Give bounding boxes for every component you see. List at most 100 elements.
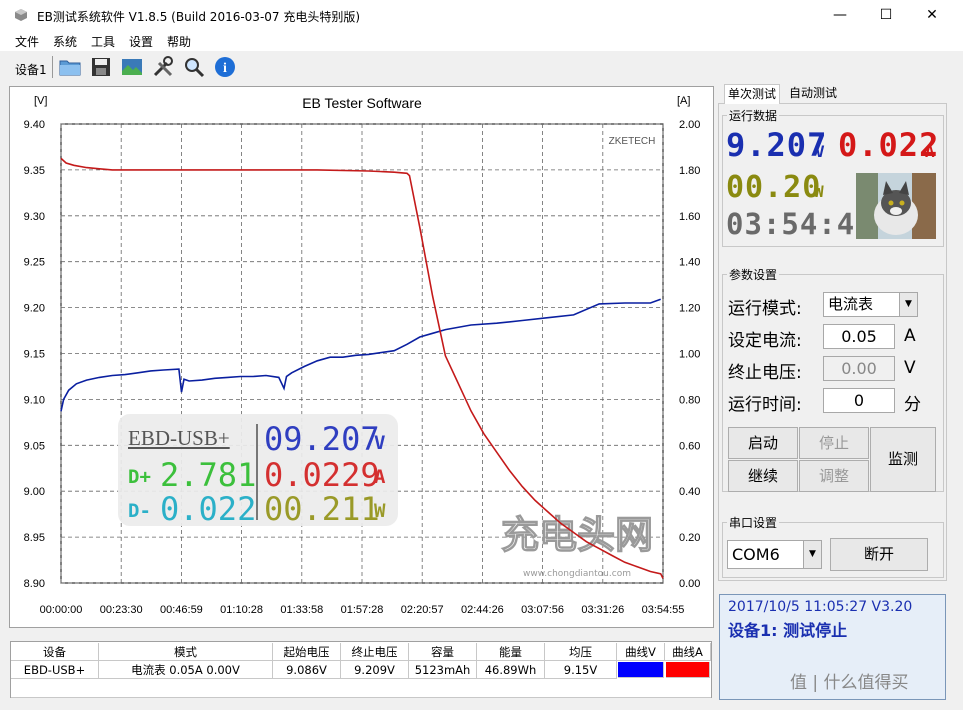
chongdiantou-url: www.chongdiantou.com — [523, 569, 631, 579]
overlay-dminus-value: 0.022 — [160, 490, 257, 528]
y2-tick-label: 0.40 — [679, 486, 700, 498]
menu-system[interactable]: 系统 — [53, 33, 77, 50]
monitor-button[interactable]: 监测 — [870, 427, 936, 492]
overlay-voltage-value: 09.207 — [264, 420, 380, 458]
run-data-title: 运行数据 — [727, 107, 780, 124]
minimize-button[interactable]: — — [817, 0, 863, 31]
disconnect-button[interactable]: 断开 — [830, 538, 928, 571]
col-header-mode: 模式 — [99, 643, 273, 661]
serial-title: 串口设置 — [727, 514, 780, 531]
y-tick-label: 9.20 — [24, 303, 45, 315]
info-icon[interactable]: i — [213, 55, 237, 79]
overlay-dminus-label: D- — [128, 500, 151, 522]
maximize-button[interactable]: ☐ — [863, 0, 909, 31]
device-selector[interactable]: 设备1 — [15, 61, 47, 78]
empty-table-row — [11, 679, 711, 698]
col-header-start-voltage: 起始电压 — [273, 643, 341, 661]
run-power-unit: W — [814, 182, 825, 201]
tab-auto-test[interactable]: 自动测试 — [786, 84, 840, 103]
set-current-label: 设定电流: — [728, 331, 802, 351]
set-current-unit: A — [904, 326, 916, 346]
x-tick-label: 01:33:58 — [280, 604, 323, 616]
com-port-value: COM6 — [732, 545, 780, 564]
stop-button[interactable]: 停止 — [799, 427, 869, 459]
zoom-icon[interactable] — [182, 55, 206, 79]
y2-tick-label: 1.40 — [679, 257, 700, 269]
chevron-down-icon[interactable]: ▼ — [803, 541, 821, 568]
chevron-down-icon[interactable]: ▼ — [899, 293, 917, 316]
stop-voltage-unit: V — [904, 358, 916, 378]
cell-device: EBD-USB+ — [11, 661, 99, 679]
cell-energy: 46.89Wh — [477, 661, 545, 679]
continue-button[interactable]: 继续 — [728, 460, 798, 492]
x-tick-label: 02:44:26 — [461, 604, 504, 616]
y2-axis-ticks: 2.00 1.80 1.60 1.40 1.20 1.00 0.80 0.60 0.40 0.20… — [679, 119, 700, 590]
y-tick-label: 9.00 — [24, 486, 45, 498]
app-icon — [15, 9, 27, 21]
overlay-power-value: 00.211 — [264, 490, 380, 528]
smzdm-watermark: 值 | 什么值得买 — [790, 673, 909, 693]
start-button[interactable]: 启动 — [728, 427, 798, 459]
chart-title: EB Tester Software — [302, 95, 422, 111]
col-header-end-voltage: 终止电压 — [341, 643, 409, 661]
set-current-input[interactable]: 0.05 — [823, 324, 895, 349]
chongdiantou-watermark: 充电头网 www.chongdiantou.com — [500, 512, 653, 579]
status-timestamp: 2017/10/5 11:05:27 V3.20 — [728, 599, 913, 615]
menu-tools[interactable]: 工具 — [91, 33, 115, 50]
cat-photo-icon — [856, 173, 936, 239]
svg-text:i: i — [223, 61, 227, 76]
toolbar — [0, 52, 963, 82]
y2-tick-label: 0.00 — [679, 578, 700, 590]
x-axis-ticks: 00:00:00 00:23:30 00:46:59 01:10:28 01:33:58… — [40, 604, 685, 616]
run-time-value: 03:54:40 — [726, 207, 874, 241]
y-tick-label: 9.25 — [24, 257, 45, 269]
y-tick-label: 8.95 — [24, 532, 45, 544]
y2-tick-label: 1.00 — [679, 349, 700, 361]
mode-select[interactable]: 电流表 ▼ — [823, 292, 918, 317]
y-tick-label: 9.05 — [24, 440, 45, 452]
curve-a-color-swatch[interactable] — [666, 662, 710, 678]
menu-settings[interactable]: 设置 — [129, 33, 153, 50]
tools-icon[interactable] — [151, 55, 175, 79]
y2-tick-label: 0.60 — [679, 440, 700, 452]
cell-mode: 电流表 0.05A 0.00V — [99, 661, 273, 679]
curve-v-color-swatch[interactable] — [618, 662, 664, 678]
params-title: 参数设置 — [727, 266, 780, 283]
menu-help[interactable]: 帮助 — [167, 33, 191, 50]
adjust-button[interactable]: 调整 — [799, 460, 869, 492]
menu-file[interactable]: 文件 — [15, 33, 39, 50]
save-icon[interactable] — [89, 55, 113, 79]
overlay-power-unit: W — [374, 500, 386, 522]
run-current-unit: A — [925, 142, 936, 161]
run-time-input[interactable]: 0 — [823, 388, 895, 413]
overlay-device-name: EBD-USB+ — [128, 426, 230, 450]
com-port-select[interactable]: COM6 ▼ — [727, 540, 822, 569]
x-tick-label: 03:54:55 — [642, 604, 685, 616]
open-folder-icon[interactable] — [58, 55, 82, 79]
y2-tick-label: 1.60 — [679, 211, 700, 223]
stop-voltage-label: 终止电压: — [728, 363, 802, 383]
x-tick-label: 01:57:28 — [341, 604, 384, 616]
image-icon[interactable] — [120, 55, 144, 79]
overlay-current-unit: A — [374, 466, 386, 488]
window-title: EB测试系统软件 V1.8.5 (Build 2016-03-07 充电头特别版… — [37, 10, 361, 24]
cell-start-voltage: 9.086V — [273, 661, 341, 679]
cell-avg-voltage: 9.15V — [545, 661, 617, 679]
voltage-series-line — [60, 298, 661, 412]
toolbar-divider — [52, 56, 53, 78]
tab-single-test[interactable]: 单次测试 — [724, 84, 781, 104]
stop-voltage-input[interactable]: 0.00 — [823, 356, 895, 381]
overlay-dplus-label: D+ — [128, 466, 151, 488]
run-time-label: 运行时间: — [728, 395, 802, 415]
ebd-usb-overlay: EBD-USB+ D+ 2.781 D- 0.022 09.207 V 0.02… — [118, 414, 398, 528]
x-tick-label: 02:20:57 — [401, 604, 444, 616]
y-axis-label: [V] — [34, 95, 47, 107]
y2-tick-label: 1.80 — [679, 165, 700, 177]
x-tick-label: 03:31:26 — [581, 604, 624, 616]
y-tick-label: 9.15 — [24, 349, 45, 361]
y-tick-label: 8.90 — [24, 578, 45, 590]
x-tick-label: 01:10:28 — [220, 604, 263, 616]
close-button[interactable]: ✕ — [909, 0, 955, 31]
col-header-curve-v: 曲线V — [617, 643, 665, 661]
chart: 9.40 9.35 9.30 9.25 9.20 9.15 9.10 9.05 9.00 8.95… — [24, 95, 701, 616]
